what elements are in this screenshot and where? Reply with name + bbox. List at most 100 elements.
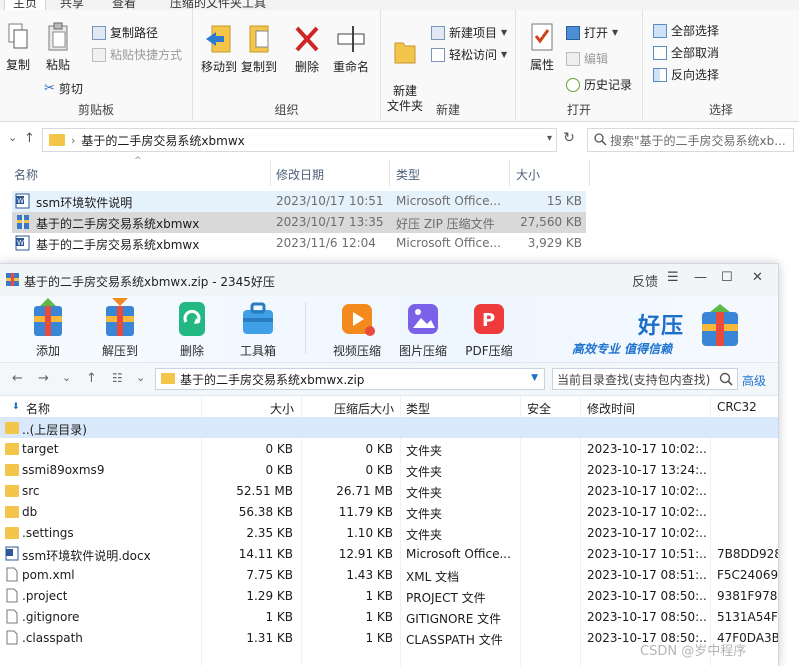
file-type: Microsoft Office... — [396, 236, 501, 250]
file-icon — [5, 609, 19, 624]
paste-shortcut-button[interactable]: 粘贴快捷方式 — [92, 46, 182, 63]
ribbon: 复制 粘贴 复制路径 粘贴快捷方式 ✂ 剪切 剪贴板 移动到 复制到 删除 重命… — [0, 10, 799, 122]
file-type: 好压 ZIP 压缩文件 — [396, 217, 495, 231]
chevron-down-icon[interactable]: ⌄ — [136, 371, 145, 384]
chevron-down-icon[interactable]: ⌄ — [8, 131, 17, 144]
archive-entry-row[interactable]: ssmi89oxms9 0 KB 0 KB 文件夹 2023-10-17 13:24:.… — [0, 459, 778, 480]
archive-entry-row[interactable]: pom.xml 7.75 KB 1.43 KB XML 文档 2023-10-17 08… — [0, 564, 778, 585]
paste-button[interactable]: 粘贴 — [44, 22, 72, 73]
file-row[interactable]: W 基于的二手房交易系统xbmwx 2023/11/6 12:04 Micros… — [12, 233, 586, 254]
paste-icon — [48, 22, 68, 51]
open-label: 打开 — [584, 26, 609, 40]
move-to-button[interactable]: 移动到 — [199, 22, 239, 75]
refresh-icon[interactable]: ↻ — [560, 130, 578, 148]
parent-directory-row[interactable]: ..(上层目录) — [0, 417, 778, 438]
file-size: 3,929 KB — [527, 236, 582, 250]
archive-entry-row[interactable]: .gitignore 1 KB 1 KB GITIGNORE 文件 2023-10-17… — [0, 606, 778, 627]
toolbox-icon — [243, 302, 273, 334]
copy-to-button[interactable]: 复制到 — [239, 22, 279, 75]
column-divider[interactable] — [589, 160, 590, 186]
rename-label: 重命名 — [332, 60, 369, 74]
rename-button[interactable]: 重命名 — [329, 22, 373, 75]
chevron-down-icon[interactable]: ▾ — [547, 133, 552, 144]
cut-button[interactable]: ✂ 剪切 — [44, 80, 83, 97]
tab-home[interactable]: 主页 — [4, 0, 47, 10]
edit-button[interactable]: 编辑 — [566, 50, 608, 67]
search-icon[interactable] — [719, 372, 733, 386]
column-type[interactable]: 类型 — [396, 166, 420, 183]
archive-entry-row[interactable]: db 56.38 KB 11.79 KB 文件夹 2023-10-17 10:02:..… — [0, 501, 778, 522]
column-divider[interactable] — [270, 160, 271, 186]
zip-archive-icon — [17, 215, 29, 229]
column-name[interactable]: 名称 — [14, 166, 38, 183]
extract-button[interactable]: 解压到 — [88, 296, 152, 359]
add-button[interactable]: 添加 — [16, 296, 80, 359]
entry-modified: 2023-10-17 10:02:... — [587, 526, 707, 540]
minimize-icon[interactable]: — — [694, 270, 707, 285]
select-all-button[interactable]: 全部选择 — [653, 22, 719, 39]
up-arrow-icon[interactable]: ↑ — [86, 371, 97, 386]
archive-entry-row[interactable]: src 52.51 MB 26.71 MB 文件夹 2023-10-17 10:02:.… — [0, 480, 778, 501]
open-button[interactable]: 打开 ▼ — [566, 24, 618, 41]
recycle-icon — [179, 302, 205, 336]
column-date[interactable]: 修改日期 — [276, 166, 324, 183]
tab-compressed-folder-tools[interactable]: 压缩的文件夹工具 — [170, 0, 266, 10]
column-crc32[interactable]: CRC32 — [717, 400, 757, 414]
tab-view[interactable]: 查看 — [112, 0, 136, 10]
column-size[interactable]: 大小 — [516, 166, 540, 183]
column-divider[interactable] — [509, 160, 510, 186]
file-row[interactable]: W ssm环境软件说明 2023/10/17 10:51 Microsoft O… — [12, 191, 586, 212]
edit-label: 编辑 — [584, 52, 609, 66]
entry-modified: 2023-10-17 10:02:... — [587, 442, 707, 456]
properties-button[interactable]: 属性 — [524, 22, 560, 73]
maximize-icon[interactable]: ☐ — [721, 270, 733, 285]
close-icon[interactable]: ✕ — [752, 270, 763, 285]
haozip-delete-button[interactable]: 删除 — [160, 296, 224, 359]
column-size[interactable]: 大小 — [270, 400, 294, 417]
new-item-label: 新建项目 — [449, 26, 498, 40]
haozip-search-input[interactable]: 当前目录查找(支持包内查找) — [552, 368, 738, 390]
video-compress-button[interactable]: 视频压缩 — [325, 296, 389, 359]
menu-icon[interactable]: ☰ — [667, 270, 679, 285]
history-button[interactable]: 历史记录 — [566, 76, 632, 93]
select-none-button[interactable]: 全部取消 — [653, 44, 719, 61]
dropdown-arrow-icon[interactable]: ▼ — [531, 373, 538, 383]
archive-entry-row[interactable]: ssm环境软件说明.docx 14.11 KB 12.91 KB Microsoft … — [0, 543, 778, 564]
column-modified[interactable]: 修改时间 — [587, 400, 635, 417]
delete-button[interactable]: 删除 — [291, 22, 323, 75]
column-name[interactable]: 名称 — [26, 400, 50, 417]
archive-entry-row[interactable]: .settings 2.35 KB 1.10 KB 文件夹 2023-10-17 10:… — [0, 522, 778, 543]
edit-icon — [566, 51, 580, 66]
column-divider[interactable] — [389, 160, 390, 186]
forward-arrow-icon[interactable]: → — [38, 371, 49, 386]
file-row[interactable]: 基于的二手房交易系统xbmwx 2023/10/17 13:35 好压 ZIP … — [12, 212, 586, 233]
view-mode-icon[interactable]: ☷ — [112, 371, 123, 385]
pdf-compress-button[interactable]: P PDF压缩 — [457, 296, 521, 359]
invert-selection-button[interactable]: 反向选择 — [653, 66, 719, 83]
file-size: 27,560 KB — [520, 215, 582, 229]
up-arrow-icon[interactable]: ↑ — [24, 131, 35, 146]
chevron-down-icon[interactable]: ⌄ — [62, 371, 71, 384]
search-input[interactable]: 搜索"基于的二手房交易系统xb... — [587, 128, 794, 152]
entry-packed-size: 0 KB — [365, 463, 393, 477]
column-type[interactable]: 类型 — [406, 400, 430, 417]
feedback-button[interactable]: 反馈 — [632, 271, 658, 290]
copy-path-button[interactable]: 复制路径 — [92, 24, 158, 41]
easy-access-button[interactable]: 轻松访问 ▼ — [431, 46, 507, 63]
archive-entry-row[interactable]: target 0 KB 0 KB 文件夹 2023-10-17 10:02:... — [0, 438, 778, 459]
back-arrow-icon[interactable]: ← — [12, 371, 23, 386]
column-packed-size[interactable]: 压缩后大小 — [334, 400, 394, 417]
tab-share[interactable]: 共享 — [60, 0, 84, 10]
advanced-search-link[interactable]: 高级 — [742, 372, 766, 389]
toolbox-button[interactable]: 工具箱 — [226, 296, 290, 359]
address-bar[interactable]: › 基于的二手房交易系统xbmwx ▾ — [42, 128, 557, 152]
haozip-path-bar[interactable]: 基于的二手房交易系统xbmwx.zip ▼ — [155, 368, 545, 390]
image-compress-button[interactable]: 图片压缩 — [391, 296, 455, 359]
haozip-toolbar: 添加 解压到 删除 工具箱 视频压缩 图片压缩 P PDF压缩 好压 高效专业 … — [0, 296, 778, 362]
column-security[interactable]: 安全 — [527, 400, 551, 417]
copy-button[interactable]: 复制 — [4, 22, 32, 73]
properties-icon — [531, 23, 553, 51]
archive-entry-row[interactable]: .project 1.29 KB 1 KB PROJECT 文件 2023-10-17 … — [0, 585, 778, 606]
csdn-watermark: CSDN @岁中程序 — [640, 644, 747, 659]
new-item-button[interactable]: 新建项目 ▼ — [431, 24, 507, 41]
